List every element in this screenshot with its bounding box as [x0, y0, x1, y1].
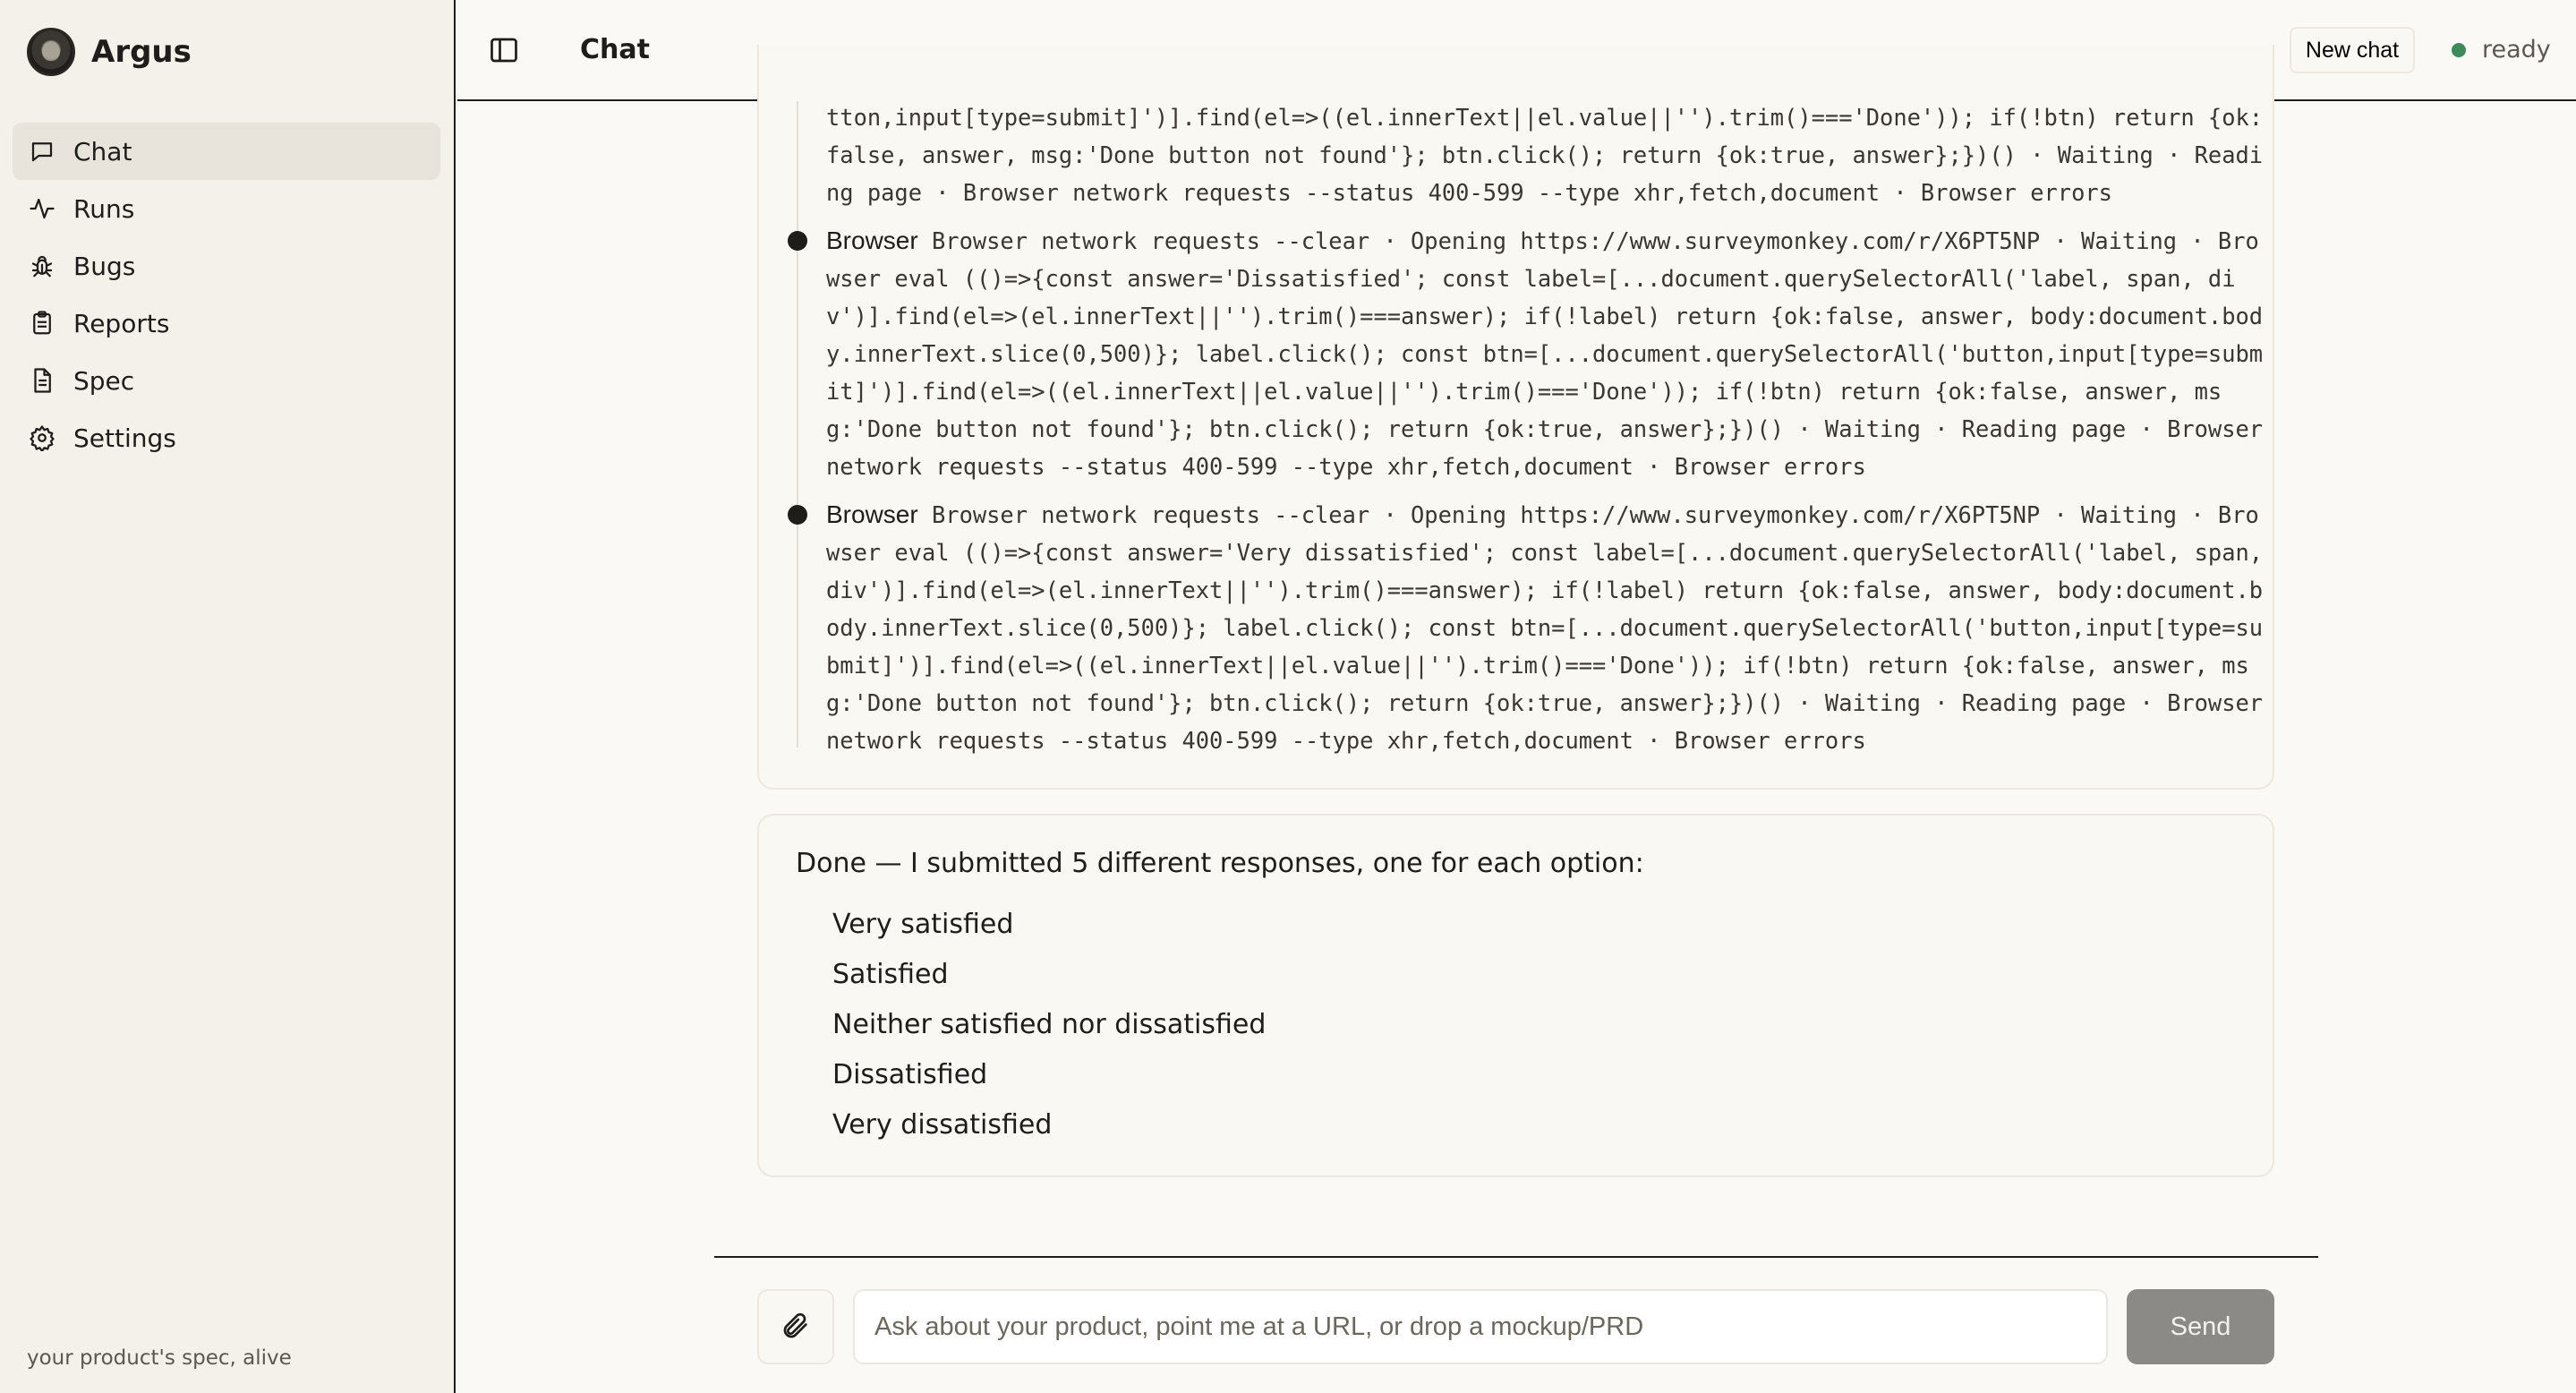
bug-icon	[27, 251, 57, 281]
assistant-message: Done — I submitted 5 different responses…	[757, 814, 2274, 1177]
chat-icon	[27, 136, 57, 167]
document-icon	[27, 365, 57, 396]
trace-entry-line: it]')].find(el=>((el.innerText||el.value…	[826, 378, 2222, 405]
sidebar-item-bugs[interactable]: Bugs	[13, 237, 440, 295]
list-item: Very dissatisfied	[832, 1109, 1053, 1141]
list-item: Satisfied	[832, 959, 949, 990]
sidebar-item-label: Chat	[73, 136, 132, 167]
sidebar-item-settings[interactable]: Settings	[13, 409, 440, 466]
trace-entry-line: v')].find(el=>(el.innerText||'').trim()=…	[826, 303, 2264, 329]
trace-continuation-line: tton,input[type=submit]')].find(el=>((el…	[826, 104, 2264, 131]
sidebar-item-label: Reports	[73, 308, 170, 338]
sidebar-item-spec[interactable]: Spec	[13, 352, 440, 409]
trace-entry-line: Browser network requests --clear · Openi…	[932, 501, 2259, 528]
activity-icon	[27, 193, 57, 224]
trace-entry-line: g:'Done button not found'}; btn.click();…	[826, 689, 2264, 716]
trace-entry: Browser Browser network requests --clear…	[826, 222, 2259, 260]
trace-entry-line: network requests --status 400-599 --type…	[826, 453, 1866, 480]
sidebar-item-runs[interactable]: Runs	[13, 180, 440, 237]
sidebar-item-label: Spec	[73, 365, 135, 396]
status-dot	[2452, 42, 2466, 57]
trace-timeline	[797, 101, 798, 748]
app-name: Argus	[91, 34, 192, 70]
trace-entry-line: wser eval (()=>{const answer='Very dissa…	[826, 539, 2264, 566]
page-title: Chat	[580, 34, 650, 65]
sidebar-item-chat[interactable]: Chat	[13, 123, 440, 180]
paperclip-icon	[780, 1311, 811, 1344]
list-item: Very satisfied	[832, 909, 1014, 940]
trace-entry-line: network requests --status 400-599 --type…	[826, 727, 1866, 754]
sidebar-toggle-icon[interactable]	[488, 34, 520, 66]
trace-entry-line: y.innerText.slice(0,500)}; label.click()…	[826, 340, 2264, 367]
answer-intro: Done — I submitted 5 different responses…	[796, 848, 1644, 879]
sidebar-item-label: Bugs	[73, 251, 136, 281]
trace-entry-dot	[788, 505, 807, 525]
clipboard-icon	[27, 308, 57, 338]
message-input[interactable]	[853, 1289, 2108, 1364]
new-chat-button[interactable]: New chat	[2290, 27, 2415, 73]
list-item: Dissatisfied	[832, 1059, 988, 1090]
argus-logo	[27, 28, 75, 76]
status-text: ready	[2482, 36, 2551, 64]
sidebar: Argus Chat Runs Bugs Reports Spec Settin…	[0, 0, 456, 1393]
status-indicator: ready	[2452, 36, 2551, 64]
sidebar-item-label: Settings	[73, 423, 176, 453]
trace-continuation-line: ng page · Browser network requests --sta…	[826, 179, 2112, 206]
send-button[interactable]: Send	[2127, 1289, 2274, 1364]
composer-divider	[714, 1256, 2318, 1258]
answer-list: Very satisfied Satisfied Neither satisfi…	[832, 907, 1266, 1158]
gear-icon	[27, 423, 57, 453]
trace-entry-line: Browser network requests --clear · Openi…	[932, 227, 2259, 254]
trace-entry-line: g:'Done button not found'}; btn.click();…	[826, 415, 2264, 442]
trace-continuation-line: false, answer, msg:'Done button not foun…	[826, 141, 2264, 168]
brand[interactable]: Argus	[27, 28, 192, 76]
trace-entry-line: bmit]')].find(el=>((el.innerText||el.val…	[826, 652, 2249, 679]
trace-entry: Browser Browser network requests --clear…	[826, 496, 2259, 534]
trace-entry-dot	[788, 231, 807, 251]
trace-entry-line: wser eval (()=>{const answer='Dissatisfi…	[826, 265, 2236, 292]
trace-entry-line: div')].find(el=>(el.innerText||'').trim(…	[826, 577, 2264, 603]
tagline: your product's spec, alive	[27, 1346, 292, 1370]
sidebar-nav: Chat Runs Bugs Reports Spec Settings	[13, 123, 440, 466]
sidebar-item-label: Runs	[73, 193, 135, 224]
trace-entry-label: Browser	[826, 226, 918, 254]
attach-button[interactable]	[757, 1289, 834, 1364]
sidebar-item-reports[interactable]: Reports	[13, 295, 440, 352]
trace-entry-line: ody.innerText.slice(0,500)}; label.click…	[826, 614, 2264, 641]
trace-entry-label: Browser	[826, 500, 918, 528]
list-item: Neither satisfied nor dissatisfied	[832, 1009, 1267, 1040]
